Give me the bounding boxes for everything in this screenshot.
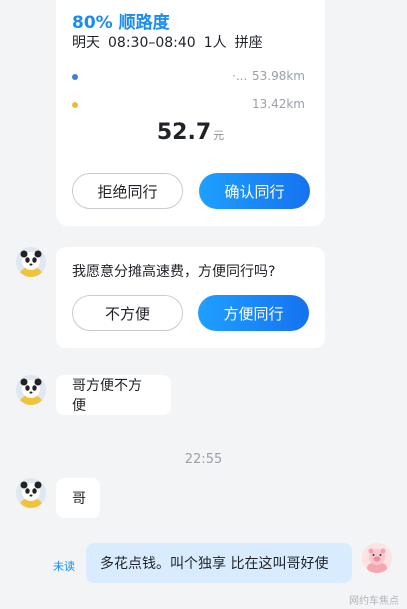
panda-icon [16,375,46,405]
accept-button[interactable]: 方便同行 [198,295,309,331]
self-avatar[interactable] [362,543,392,573]
chat-timestamp: 22:55 [184,452,223,467]
trip-ride-type: 拼座 [234,35,263,51]
message-bubble: 哥方便不方便 [56,375,171,415]
route-end: 13.42km [72,97,309,113]
price-amount: 52.7 [156,120,212,145]
decline-button[interactable]: 不方便 [72,295,183,331]
pig-icon [362,543,392,573]
trip-card: 80% 顺路度 明天 08:30–08:40 1人 拼座 ·... 53.98km 1… [56,0,325,226]
trip-day: 明天 [72,35,100,51]
route-start: ·... 53.98km [72,69,309,85]
panda-avatar[interactable] [16,375,46,405]
trip-price: 52.7 元 [56,120,325,145]
ride-question-card: 我愿意分摊高速费，方便同行吗? 不方便 方便同行 [56,247,325,348]
match-rate: 80% 顺路度 [72,13,170,33]
confirm-button[interactable]: 确认同行 [199,173,310,209]
route-end-distance: 13.42km [252,97,305,111]
end-dot-icon [72,102,78,108]
panda-avatar[interactable] [16,478,46,508]
trip-meta: 明天 08:30–08:40 1人 拼座 [72,32,271,52]
watermark: 网约车焦点 [349,596,399,607]
trip-time: 08:30–08:40 [108,35,196,51]
message-bubble: 哥 [56,478,100,518]
unread-status: 未读 [53,560,75,573]
route-start-distance: 53.98km [252,69,305,83]
panda-icon [16,478,46,508]
route-start-place: ·... [232,69,248,83]
panda-icon [16,247,46,277]
trip-passengers: 1人 [203,35,227,51]
question-text: 我愿意分摊高速费，方便同行吗? [72,264,276,280]
start-dot-icon [72,74,78,80]
panda-avatar[interactable] [16,247,46,277]
outgoing-message-bubble: 多花点钱。叫个独享 比在这叫哥好使 [86,543,352,583]
reject-button[interactable]: 拒绝同行 [72,173,183,209]
price-unit: 元 [213,129,225,142]
